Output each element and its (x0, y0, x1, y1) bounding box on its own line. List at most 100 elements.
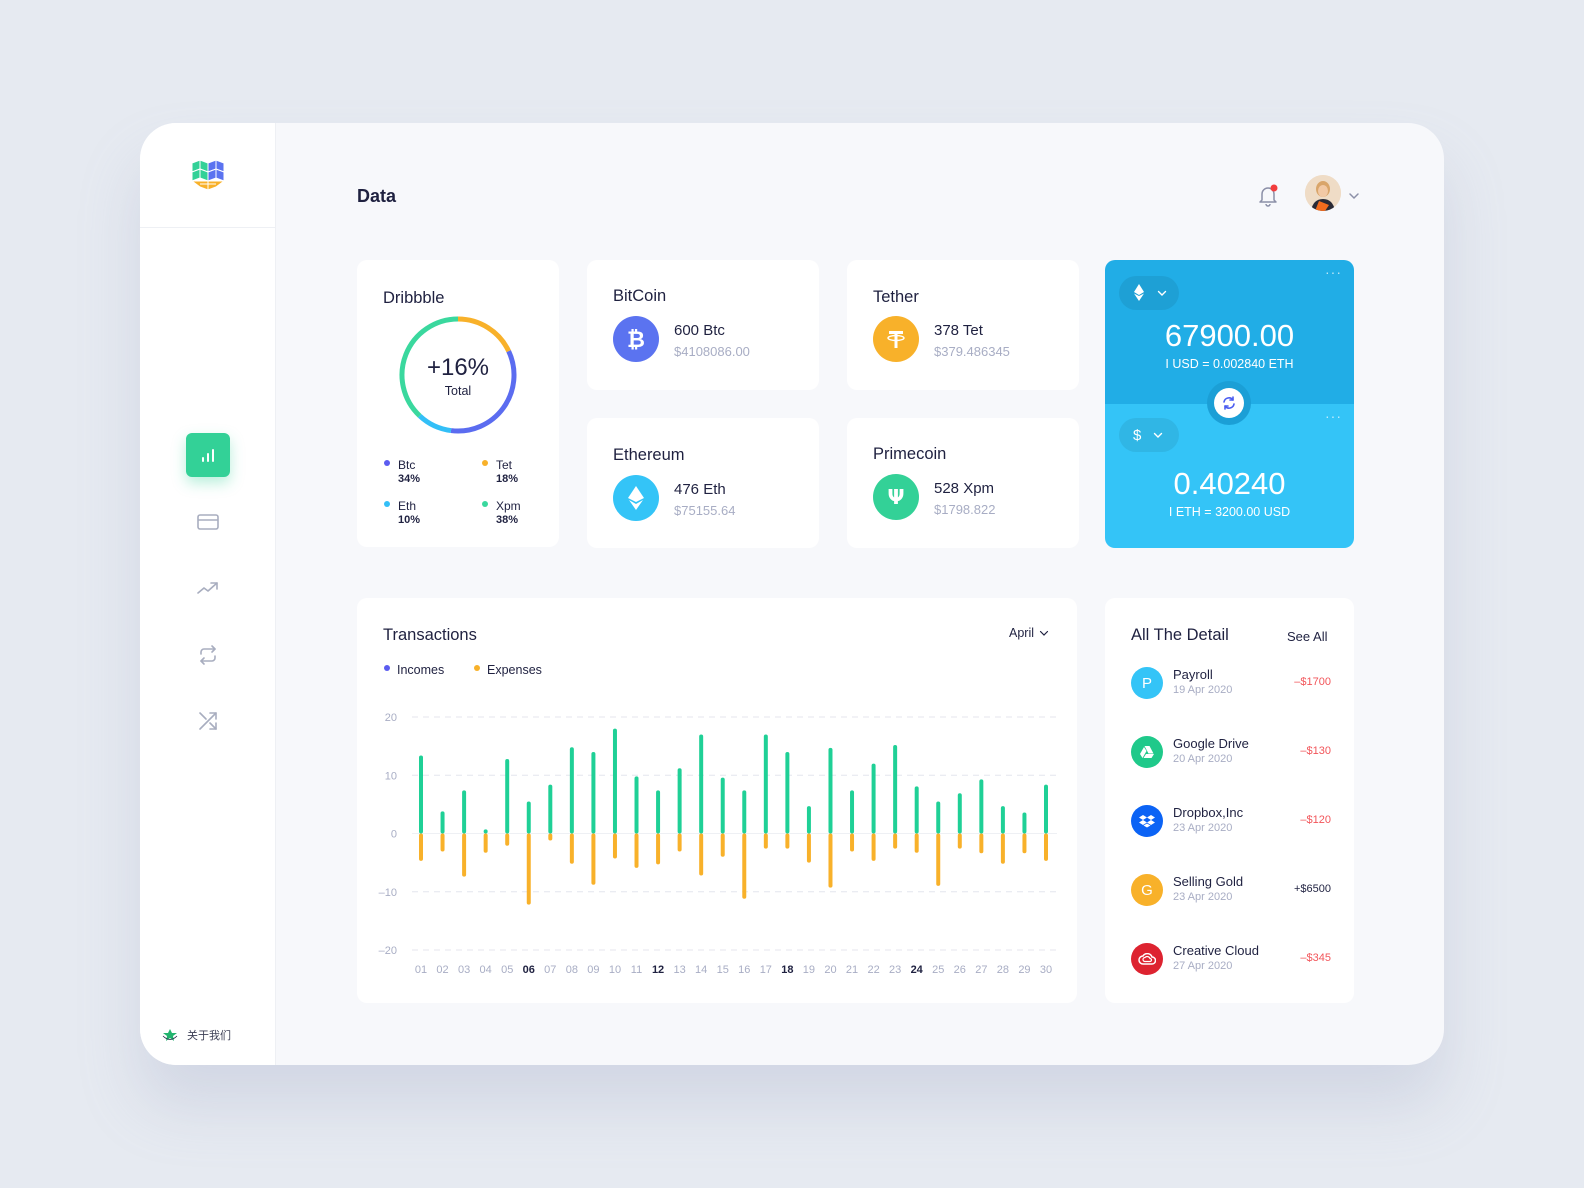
detail-row-dropbox[interactable]: Dropbox,Inc 23 Apr 2020 –$120 (1131, 805, 1331, 841)
coin-usd-value: $75155.64 (674, 503, 736, 518)
x-tick-label: 17 (760, 964, 772, 976)
expense-bar[interactable] (440, 833, 445, 852)
sidebar-item-exchange[interactable] (186, 633, 230, 677)
detail-row-google-drive[interactable]: Google Drive 20 Apr 2020 –$130 (1131, 736, 1331, 772)
expense-bar[interactable] (569, 833, 574, 864)
income-bar[interactable] (828, 747, 833, 834)
expense-bar[interactable] (914, 833, 919, 853)
expense-bar[interactable] (483, 833, 488, 853)
income-bar[interactable] (656, 790, 661, 834)
expense-bar[interactable] (1022, 833, 1027, 854)
expense-bar[interactable] (505, 833, 510, 846)
expense-bar[interactable] (677, 833, 682, 852)
expense-bar[interactable] (462, 833, 467, 877)
detail-row-creative-cloud[interactable]: Creative Cloud 27 Apr 2020 –$345 (1131, 943, 1331, 979)
income-bar[interactable] (612, 728, 617, 834)
x-tick-label: 05 (501, 964, 513, 976)
coin-card-ethereum[interactable]: Ethereum 476 Eth $75155.64 (587, 418, 819, 548)
to-currency-select[interactable]: $ (1119, 418, 1179, 452)
expense-bar[interactable] (1044, 833, 1048, 861)
income-bar[interactable] (979, 779, 984, 834)
account-menu-chevron[interactable] (1348, 187, 1360, 205)
income-bar[interactable] (720, 777, 725, 834)
chevron-down-icon (1154, 432, 1163, 438)
from-currency-select[interactable] (1119, 276, 1179, 310)
notifications-button[interactable] (1258, 183, 1280, 207)
expense-bar[interactable] (634, 833, 639, 868)
creative-cloud-icon (1131, 943, 1163, 975)
income-bar[interactable] (699, 734, 704, 834)
expense-bar[interactable] (979, 833, 984, 854)
expense-bar[interactable] (1000, 833, 1005, 864)
income-bar[interactable] (806, 806, 811, 834)
income-bar[interactable] (1000, 806, 1005, 834)
expense-bar[interactable] (806, 833, 811, 863)
income-bar[interactable] (957, 793, 962, 834)
coin-card-tether[interactable]: Tether 378 Tet $379.486345 (847, 260, 1079, 390)
income-bar[interactable] (505, 758, 510, 834)
legend-percent: 38% (496, 514, 519, 526)
bell-icon (1259, 184, 1278, 207)
income-bar[interactable] (548, 784, 553, 834)
letter-g-icon: G (1131, 874, 1163, 906)
expense-bar[interactable] (936, 833, 941, 886)
income-bar[interactable] (634, 776, 639, 834)
avatar[interactable] (1305, 175, 1341, 211)
about-us-link[interactable]: 关于我们 (162, 1027, 231, 1043)
coin-card-primecoin[interactable]: Primecoin Ψ 528 Xpm $1798.822 (847, 418, 1079, 548)
income-bar[interactable] (850, 790, 855, 834)
income-bar[interactable] (591, 751, 596, 834)
expense-bar[interactable] (591, 833, 596, 885)
x-tick-label: 23 (889, 964, 901, 976)
income-bar[interactable] (1022, 812, 1027, 834)
expense-bar[interactable] (850, 833, 855, 852)
expense-bar[interactable] (612, 833, 617, 859)
income-bar[interactable] (483, 829, 488, 834)
income-bar[interactable] (936, 801, 941, 834)
income-bar[interactable] (742, 790, 747, 834)
expense-bar[interactable] (548, 833, 553, 841)
income-bar[interactable] (893, 744, 898, 834)
income-bar[interactable] (462, 790, 467, 834)
expense-bar[interactable] (742, 833, 747, 899)
coin-card-bitcoin[interactable]: BitCoin ₿ 600 Btc $4108086.00 (587, 260, 819, 390)
income-bar[interactable] (419, 755, 423, 834)
expense-bar[interactable] (656, 833, 661, 865)
see-all-link[interactable]: See All (1287, 629, 1327, 644)
expense-bar[interactable] (526, 833, 531, 905)
expense-bar[interactable] (871, 833, 876, 861)
expense-bar[interactable] (699, 833, 704, 876)
expense-bar[interactable] (893, 833, 898, 849)
expense-bar[interactable] (419, 833, 423, 861)
expense-bar[interactable] (720, 833, 725, 857)
more-options-button[interactable]: ··· (1325, 264, 1342, 280)
cube-logo-icon[interactable] (190, 157, 226, 193)
to-amount[interactable]: 0.40240 (1105, 466, 1354, 502)
income-bar[interactable] (785, 751, 790, 834)
from-amount[interactable]: 67900.00 (1105, 318, 1354, 354)
dollar-icon: $ (1133, 426, 1142, 444)
expense-bar[interactable] (785, 833, 790, 849)
sidebar-item-shuffle[interactable] (186, 699, 230, 743)
income-bar[interactable] (763, 734, 768, 834)
income-bar[interactable] (440, 811, 445, 834)
page-title: Data (357, 186, 397, 206)
expense-bar[interactable] (957, 833, 962, 849)
income-bar[interactable] (914, 786, 919, 834)
expense-bar[interactable] (828, 833, 833, 888)
detail-row-selling-gold[interactable]: G Selling Gold 23 Apr 2020 +$6500 (1131, 874, 1331, 910)
x-tick-label: 15 (717, 964, 729, 976)
income-bar[interactable] (1044, 784, 1048, 834)
sidebar-item-cards[interactable] (186, 500, 230, 544)
income-bar[interactable] (871, 763, 876, 834)
swap-currencies-button[interactable] (1207, 381, 1251, 425)
income-bar[interactable] (526, 801, 531, 834)
income-bar[interactable] (677, 768, 682, 834)
sidebar-item-dashboard[interactable] (186, 433, 230, 477)
sidebar-item-trends[interactable] (186, 566, 230, 610)
more-options-button[interactable]: ··· (1325, 408, 1342, 424)
expense-bar[interactable] (763, 833, 768, 849)
detail-row-payroll[interactable]: P Payroll 19 Apr 2020 –$1700 (1131, 667, 1331, 703)
x-tick-label: 03 (458, 964, 470, 976)
income-bar[interactable] (569, 747, 574, 834)
